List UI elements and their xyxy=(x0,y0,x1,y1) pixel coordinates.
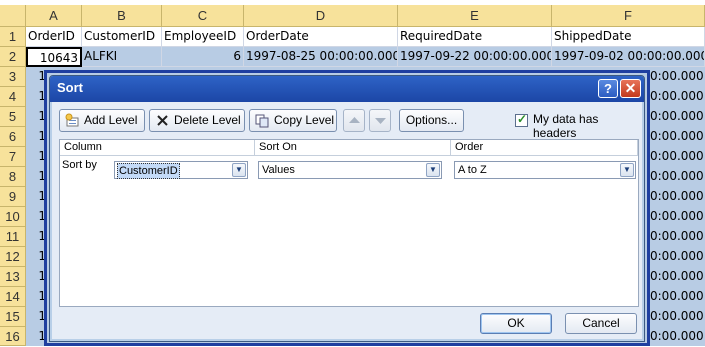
order-dropdown[interactable]: A to Z ▼ xyxy=(454,161,636,179)
header-cell-shippeddate[interactable]: ShippedDate xyxy=(552,27,705,47)
partial-cell-right: 0:00.000 xyxy=(650,289,704,303)
chevron-down-icon[interactable]: ▼ xyxy=(620,163,634,177)
row-header-4[interactable]: 4 xyxy=(0,87,26,107)
close-icon[interactable]: ✕ xyxy=(620,79,641,98)
header-cell-orderdate[interactable]: OrderDate xyxy=(244,27,398,47)
options-button[interactable]: Options... xyxy=(399,109,464,132)
column-header-b[interactable]: B xyxy=(82,5,162,27)
delete-level-button[interactable]: Delete Level xyxy=(149,109,245,132)
column-dropdown-value: CustomerID xyxy=(117,163,180,179)
add-level-label: Add Level xyxy=(84,113,138,127)
add-level-button[interactable]: Add Level xyxy=(59,109,145,132)
cancel-button[interactable]: Cancel xyxy=(565,313,637,334)
row-header-9[interactable]: 9 xyxy=(0,187,26,207)
column-header-e[interactable]: E xyxy=(398,5,552,27)
row-header-5[interactable]: 5 xyxy=(0,107,26,127)
copy-level-label: Copy Level xyxy=(274,113,335,127)
cell-employeeid[interactable]: 6 xyxy=(162,47,244,67)
partial-cell-right: 0:00.000 xyxy=(650,309,704,323)
dialog-title: Sort xyxy=(57,80,83,95)
cell-orderdate[interactable]: 1997-08-25 00:00:00.000 xyxy=(244,47,398,67)
help-icon[interactable]: ? xyxy=(598,79,618,98)
column-header-c[interactable]: C xyxy=(162,5,244,27)
column-header-a[interactable]: A xyxy=(26,5,82,27)
partial-cell-right: 0:00.000 xyxy=(650,249,704,263)
row-header-6[interactable]: 6 xyxy=(0,127,26,147)
cell-shippeddate[interactable]: 1997-09-02 00:00:00.000 xyxy=(552,47,705,67)
delete-x-icon xyxy=(157,115,168,126)
ok-button[interactable]: OK xyxy=(480,313,552,334)
column-header-column: Column xyxy=(60,140,255,156)
header-cell-requireddate[interactable]: RequiredDate xyxy=(398,27,552,47)
ok-label: OK xyxy=(507,316,525,330)
column-header-order: Order xyxy=(451,140,638,156)
partial-cell-right: 0:00.000 xyxy=(650,109,704,123)
header-cell-customerid[interactable]: CustomerID xyxy=(82,27,162,47)
sort-by-label: Sort by xyxy=(62,159,97,171)
partial-cell-right: 0:00.000 xyxy=(650,189,704,203)
sort-on-dropdown[interactable]: Values ▼ xyxy=(258,161,442,179)
move-up-button[interactable] xyxy=(343,109,365,132)
column-header-f[interactable]: F xyxy=(552,5,705,27)
arrow-up-icon xyxy=(349,117,360,123)
row-header-3[interactable]: 3 xyxy=(0,67,26,87)
row-header-14[interactable]: 14 xyxy=(0,287,26,307)
row-header-12[interactable]: 12 xyxy=(0,247,26,267)
chevron-down-icon[interactable]: ▼ xyxy=(232,163,246,177)
order-dropdown-value: A to Z xyxy=(458,164,487,176)
column-header-d[interactable]: D xyxy=(244,5,398,27)
cell-customerid[interactable]: ALFKI xyxy=(82,47,162,67)
my-data-has-headers-label: My data has headers xyxy=(533,112,599,140)
row-header-15[interactable]: 15 xyxy=(0,307,26,327)
header-cell-orderid[interactable]: OrderID xyxy=(26,27,82,47)
row-header-10[interactable]: 10 xyxy=(0,207,26,227)
copy-icon xyxy=(255,114,269,128)
partial-cell-right: 0:00.000 xyxy=(650,329,704,343)
copy-level-button[interactable]: Copy Level xyxy=(249,109,337,132)
sort-dialog: Sort ? ✕ Add Level Delete Level Copy Lev… xyxy=(49,75,645,342)
column-dropdown[interactable]: CustomerID ▼ xyxy=(114,161,248,179)
row-header-1[interactable]: 1 xyxy=(0,27,26,47)
partial-cell-right: 0:00.000 xyxy=(650,149,704,163)
cancel-label: Cancel xyxy=(582,316,620,330)
row-header-11[interactable]: 11 xyxy=(0,227,26,247)
sort-on-dropdown-value: Values xyxy=(262,164,295,176)
row-header-7[interactable]: 7 xyxy=(0,147,26,167)
select-all-corner[interactable] xyxy=(0,5,26,27)
row-header-16[interactable]: 16 xyxy=(0,327,26,346)
row-header-2[interactable]: 2 xyxy=(0,47,26,67)
checkmark-icon: ✓ xyxy=(517,112,528,126)
my-data-has-headers-checkbox[interactable]: ✓ xyxy=(515,112,528,127)
partial-cell-right: 0:00.000 xyxy=(650,129,704,143)
row-header-8[interactable]: 8 xyxy=(0,167,26,187)
dialog-titlebar[interactable]: Sort ? ✕ xyxy=(50,76,644,102)
delete-level-label: Delete Level xyxy=(174,113,241,127)
partial-cell-right: 0:00.000 xyxy=(650,269,704,283)
options-label: Options... xyxy=(405,113,458,127)
dialog-body: Add Level Delete Level Copy Level Option… xyxy=(52,102,642,339)
partial-cell-right: 0:00.000 xyxy=(650,69,704,83)
add-level-icon xyxy=(65,113,79,127)
arrow-down-icon xyxy=(375,118,386,124)
partial-cell-right: 0:00.000 xyxy=(650,169,704,183)
partial-cell-right: 0:00.000 xyxy=(650,89,704,103)
row-header-13[interactable]: 13 xyxy=(0,267,26,287)
partial-cell-right: 0:00.000 xyxy=(650,229,704,243)
active-cell-orderid[interactable]: 10643 xyxy=(26,47,82,67)
move-down-button[interactable] xyxy=(369,109,391,132)
header-cell-employeeid[interactable]: EmployeeID xyxy=(162,27,244,47)
chevron-down-icon[interactable]: ▼ xyxy=(426,163,440,177)
sort-levels-list[interactable]: Column Sort On Order Sort by CustomerID … xyxy=(59,139,639,307)
cell-requireddate[interactable]: 1997-09-22 00:00:00.000 xyxy=(398,47,552,67)
partial-cell-right: 0:00.000 xyxy=(650,209,704,223)
column-header-sort-on: Sort On xyxy=(255,140,451,156)
